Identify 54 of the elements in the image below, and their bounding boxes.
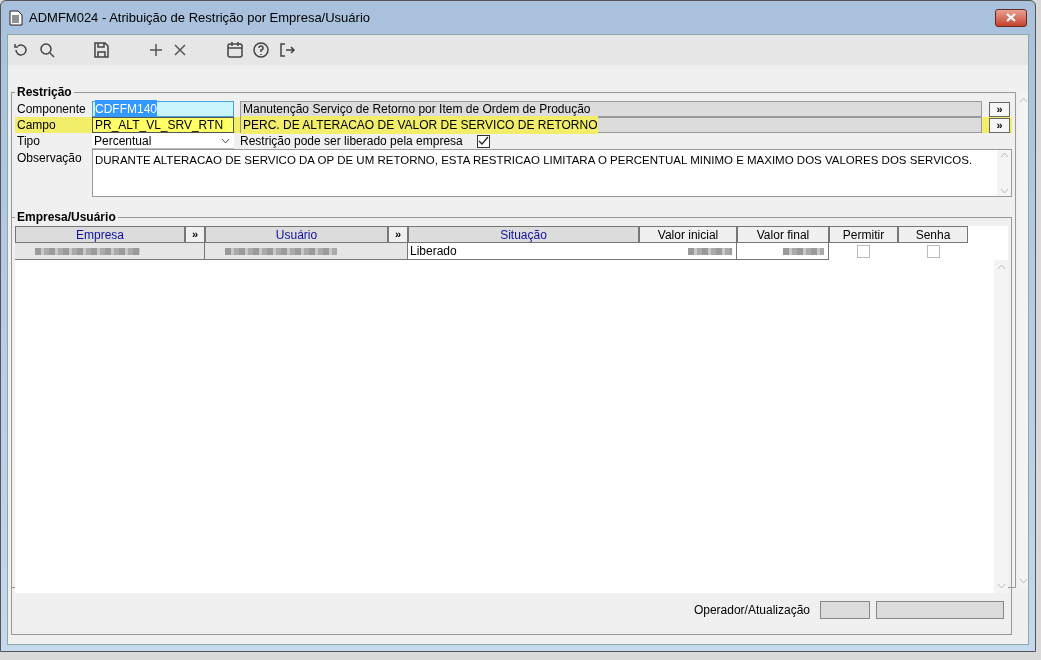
column-header[interactable]: Senha bbox=[898, 226, 968, 243]
save-icon[interactable] bbox=[92, 41, 110, 59]
field-label: Tipo bbox=[16, 133, 41, 150]
exit-icon[interactable] bbox=[278, 41, 296, 59]
undo-icon[interactable] bbox=[12, 41, 30, 59]
checkbox-label: Restrição pode ser liberado pela empresa bbox=[240, 133, 463, 150]
column-header[interactable]: Valor inicial bbox=[639, 226, 737, 243]
scroll-up-icon[interactable] bbox=[999, 152, 1009, 158]
tipo-dropdown[interactable]: Percentual bbox=[92, 133, 234, 149]
column-header[interactable]: Permitir bbox=[829, 226, 898, 243]
field-label: Operador/Atualização bbox=[693, 602, 810, 619]
scrollbar[interactable] bbox=[1019, 93, 1028, 588]
checkbox[interactable] bbox=[476, 134, 490, 148]
scroll-down-icon[interactable] bbox=[1019, 578, 1028, 584]
calendar-icon[interactable] bbox=[226, 41, 244, 59]
close-icon[interactable] bbox=[172, 42, 188, 58]
lookup-button[interactable]: » bbox=[989, 117, 1010, 133]
lookup-button[interactable]: » bbox=[989, 101, 1010, 117]
help-icon[interactable] bbox=[252, 41, 270, 59]
description-field[interactable]: Manutenção Serviço de Retorno por Item de Ordem de Produção bbox=[240, 101, 982, 117]
search-icon[interactable] bbox=[38, 41, 56, 59]
add-icon[interactable] bbox=[148, 42, 164, 58]
table-cell: Liberado bbox=[408, 243, 639, 260]
column-header[interactable]: Empresa bbox=[15, 226, 185, 243]
document-icon bbox=[9, 9, 23, 26]
lookup-button[interactable]: » bbox=[185, 226, 205, 243]
field-label: Componente bbox=[16, 101, 87, 118]
chevron-down-icon bbox=[221, 137, 230, 144]
checkbox[interactable] bbox=[926, 245, 940, 258]
column-header[interactable]: Situação bbox=[408, 226, 639, 243]
close-icon bbox=[1006, 13, 1016, 22]
close-button[interactable] bbox=[995, 8, 1027, 27]
observation-field[interactable]: DURANTE ALTERACAO DE SERVICO DA OP DE UM RETORNO, ESTA RESTRICAO LIMITARA O PERCENTUAL MINIMO E MAXIMO DOS VALORES DOS SERVICOS. bbox=[92, 149, 1012, 197]
redacted-text bbox=[783, 247, 824, 255]
scroll-up-icon[interactable] bbox=[1019, 97, 1028, 103]
description-field[interactable]: PERC. DE ALTERACAO DE VALOR DE SERVICO DE RETORNO bbox=[240, 117, 982, 133]
section-title: Restrição bbox=[16, 84, 73, 101]
update-field[interactable] bbox=[876, 601, 1004, 619]
scroll-up-icon[interactable] bbox=[996, 264, 1006, 270]
scrollbar[interactable] bbox=[997, 150, 1011, 196]
scrollbar[interactable] bbox=[994, 260, 1008, 593]
scroll-down-icon[interactable] bbox=[996, 583, 1006, 589]
checkbox[interactable] bbox=[857, 245, 870, 258]
column-header[interactable]: Usuário bbox=[205, 226, 388, 243]
section-title: Empresa/Usuário bbox=[16, 209, 117, 226]
operator-field[interactable] bbox=[820, 601, 870, 619]
scroll-down-icon[interactable] bbox=[999, 188, 1009, 194]
field-label: Campo bbox=[16, 117, 57, 134]
code-field[interactable]: PR_ALT_VL_SRV_RTN bbox=[92, 117, 234, 133]
window-title: ADMFM024 - Atribuição de Restrição por Empresa/Usuário bbox=[29, 8, 371, 27]
redacted-text bbox=[688, 247, 732, 255]
field-label: Observação bbox=[16, 150, 83, 167]
column-header[interactable]: Valor final bbox=[737, 226, 829, 243]
lookup-button[interactable]: » bbox=[388, 226, 408, 243]
